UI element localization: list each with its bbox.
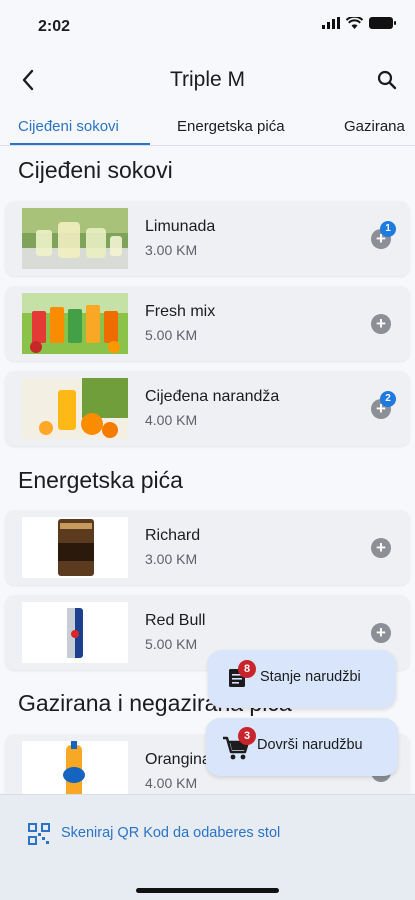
signal-icon — [322, 17, 340, 29]
product-name: Fresh mix — [145, 303, 216, 320]
battery-icon — [369, 17, 396, 29]
product-name: Cijeđena narandža — [145, 388, 280, 405]
finish-order-label: Dovrši narudžbu — [257, 737, 363, 753]
product-image — [22, 741, 128, 802]
bottom-bar: Skeniraj QR Kod da odaberes stol — [0, 794, 415, 900]
product-price: 4.00 KM — [145, 775, 198, 791]
add-to-order-button[interactable]: + — [371, 314, 391, 334]
active-tab-indicator — [10, 143, 150, 145]
home-indicator — [136, 888, 279, 893]
wifi-icon — [346, 17, 363, 29]
tab-gazirana[interactable]: Gazirana — [344, 118, 405, 135]
product-image — [22, 293, 128, 354]
product-name: Orangina — [145, 751, 211, 768]
add-to-order-button[interactable]: + — [371, 538, 391, 558]
finish-order-badge: 3 — [238, 727, 256, 745]
status-icons — [322, 17, 396, 29]
product-price: 4.00 KM — [145, 412, 198, 428]
tab-cijedeni-sokovi[interactable]: Cijeđeni sokovi — [18, 118, 119, 135]
product-card-cijedena-narandza[interactable]: Cijeđena narandža 4.00 KM + 2 — [5, 371, 410, 446]
finish-order-button[interactable]: 3 Dovrši narudžbu — [206, 718, 398, 776]
scan-qr-link[interactable]: Skeniraj QR Kod da odaberes stol — [61, 825, 280, 841]
qr-code-icon[interactable] — [28, 823, 50, 845]
app-bar: Triple M — [0, 52, 415, 108]
product-price: 5.00 KM — [145, 327, 198, 343]
product-price: 5.00 KM — [145, 636, 198, 652]
search-button[interactable] — [373, 66, 401, 94]
product-image — [22, 208, 128, 269]
category-tabs: Cijeđeni sokovi Energetska pića Gazirana — [0, 108, 415, 146]
order-status-button[interactable]: 8 Stanje narudžbi — [208, 650, 396, 708]
status-time: 2:02 — [38, 18, 71, 35]
section-title: Energetska pića — [18, 467, 183, 493]
item-count-badge: 1 — [380, 221, 396, 237]
order-status-badge: 8 — [238, 660, 256, 678]
search-icon — [377, 70, 397, 90]
item-count-badge: 2 — [380, 391, 396, 407]
product-card-limunada[interactable]: Limunada 3.00 KM + 1 — [5, 201, 410, 276]
page-title: Triple M — [169, 68, 246, 91]
product-card-fresh-mix[interactable]: Fresh mix 5.00 KM + — [5, 286, 410, 361]
status-bar: 2:02 — [0, 0, 415, 52]
add-to-order-button[interactable]: + — [371, 623, 391, 643]
tab-energetska-pica[interactable]: Energetska pića — [177, 118, 285, 135]
section-title: Cijeđeni sokovi — [18, 157, 173, 183]
product-price: 3.00 KM — [145, 242, 198, 258]
product-image — [22, 378, 128, 439]
product-name: Limunada — [145, 218, 216, 235]
product-price: 3.00 KM — [145, 551, 198, 567]
product-name: Richard — [145, 527, 201, 544]
product-card-richard[interactable]: Richard 3.00 KM + — [5, 510, 410, 585]
product-name: Red Bull — [145, 612, 206, 629]
product-image — [22, 517, 128, 578]
product-image — [22, 602, 128, 663]
order-status-label: Stanje narudžbi — [260, 669, 361, 685]
